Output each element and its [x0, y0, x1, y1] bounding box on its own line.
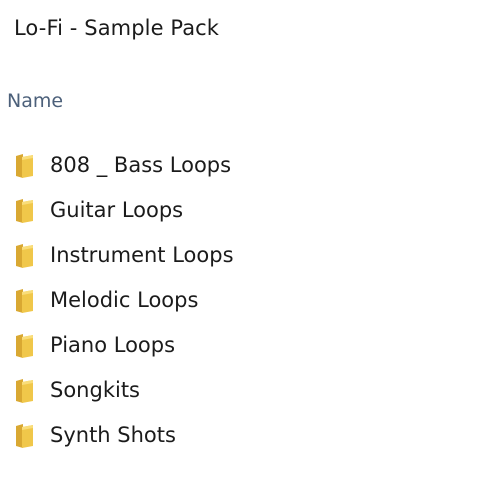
list-item[interactable]: Instrument Loops — [0, 234, 500, 279]
column-header-name[interactable]: Name — [7, 90, 63, 112]
list-item[interactable]: 808 _ Bass Loops — [0, 144, 500, 189]
folder-icon — [14, 243, 35, 269]
list-item[interactable]: Synth Shots — [0, 414, 500, 459]
folder-icon — [14, 333, 35, 359]
list-item[interactable]: Piano Loops — [0, 324, 500, 369]
list-item[interactable]: Songkits — [0, 369, 500, 414]
list-item-label: Melodic Loops — [50, 288, 199, 312]
window-title: Lo-Fi - Sample Pack — [14, 16, 220, 40]
list-item[interactable]: Melodic Loops — [0, 279, 500, 324]
list-item-label: Guitar Loops — [50, 198, 184, 222]
list-item-label: Piano Loops — [50, 333, 176, 357]
folder-icon — [14, 378, 35, 404]
folder-icon — [14, 288, 35, 314]
list-item-label: Songkits — [50, 378, 140, 402]
folder-icon — [14, 153, 35, 179]
list-item-label: Synth Shots — [50, 423, 176, 447]
list-item-label: Instrument Loops — [50, 243, 234, 267]
folder-icon — [14, 198, 35, 224]
folder-icon — [14, 423, 35, 449]
list-item-label: 808 _ Bass Loops — [50, 153, 232, 177]
list-item[interactable]: Guitar Loops — [0, 189, 500, 234]
file-list: 808 _ Bass Loops Guitar Loops Instrument… — [0, 144, 500, 459]
